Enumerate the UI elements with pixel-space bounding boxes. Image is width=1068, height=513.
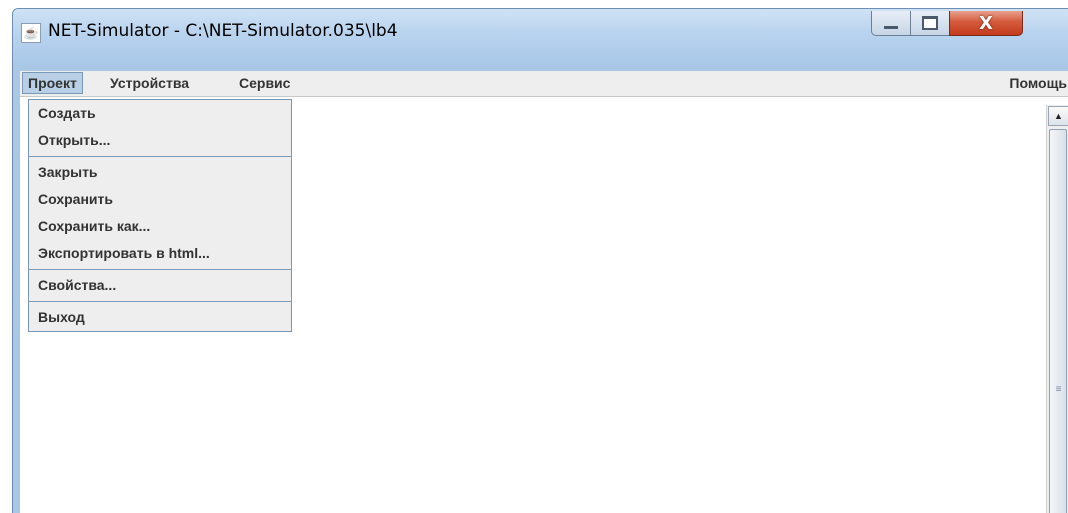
client-area: Проект Устройства Сервис Помощь ▲ ≡ Созд… [20,71,1068,513]
menu-item-export-html[interactable]: Экспортировать в html... [29,240,291,267]
menu-bar: Проект Устройства Сервис Помощь [20,71,1068,97]
menu-item-save[interactable]: Сохранить [29,186,291,213]
menu-separator [29,269,291,270]
menu-item-properties[interactable]: Свойства... [29,272,291,299]
minimize-button[interactable] [871,11,911,36]
window-title: NET-Simulator - C:\NET-Simulator.035\lb4 [48,21,398,41]
menu-service[interactable]: Сервис [234,72,295,94]
menu-item-close[interactable]: Закрыть [29,159,291,186]
vertical-scrollbar[interactable]: ▲ ≡ [1046,105,1068,513]
java-app-icon[interactable]: ☕ [21,23,41,43]
menu-project[interactable]: Проект [22,72,83,94]
menu-separator [29,301,291,302]
scroll-thumb[interactable]: ≡ [1049,129,1067,513]
scroll-up-arrow-icon[interactable]: ▲ [1048,106,1068,126]
menu-item-save-as[interactable]: Сохранить как... [29,213,291,240]
menu-devices[interactable]: Устройства [105,72,194,94]
menu-separator [29,156,291,157]
minimize-icon [884,26,898,29]
maximize-icon [922,16,938,30]
project-menu-dropdown: Создать Открыть... Закрыть Сохранить Сох… [28,99,292,332]
menu-item-open[interactable]: Открыть... [29,127,291,154]
app-window: ☕ NET-Simulator - C:\NET-Simulator.035\l… [12,8,1068,513]
menu-item-exit[interactable]: Выход [29,304,291,331]
scroll-grip-icon: ≡ [1055,384,1062,395]
close-icon: X [979,12,993,34]
maximize-button[interactable] [910,11,950,36]
close-button[interactable]: X [949,11,1023,36]
menu-item-create[interactable]: Создать [29,100,291,127]
menu-help[interactable]: Помощь [1004,72,1068,94]
title-bar[interactable]: ☕ NET-Simulator - C:\NET-Simulator.035\l… [13,9,1068,65]
